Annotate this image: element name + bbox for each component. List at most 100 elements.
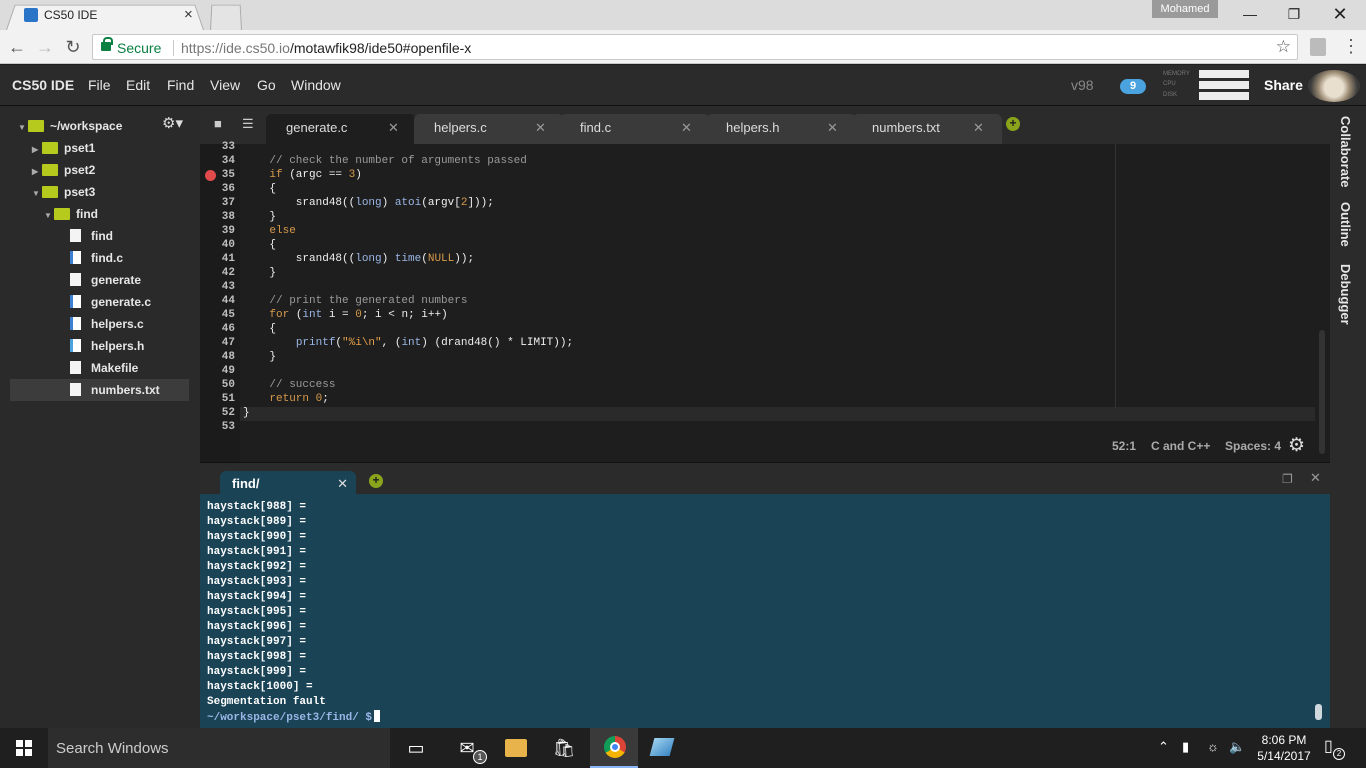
ide-menubar: CS50 IDE File Edit Find View Go Window v… bbox=[0, 65, 1366, 106]
gear-icon[interactable]: ⚙ bbox=[1288, 434, 1305, 457]
terminal-scrollbar[interactable] bbox=[1315, 704, 1322, 720]
browser-tab-close-icon[interactable]: × bbox=[184, 6, 193, 23]
tree-item-numbers-txt[interactable]: numbers.txt bbox=[10, 379, 189, 401]
outline-toggle-icon[interactable]: ☰ bbox=[242, 116, 254, 132]
menu-window[interactable]: Window bbox=[291, 77, 341, 93]
add-tab-icon[interactable]: + bbox=[1006, 117, 1020, 131]
menu-edit[interactable]: Edit bbox=[126, 77, 150, 93]
language-mode[interactable]: C and C++ bbox=[1151, 439, 1210, 453]
folder-toggle-icon[interactable]: ■ bbox=[214, 116, 222, 131]
tree-item-pset2[interactable]: ▶ pset2 bbox=[32, 159, 182, 181]
tab-helpers-h[interactable]: helpers.h ✕ bbox=[706, 114, 856, 144]
line-number: 37 bbox=[221, 197, 235, 209]
tab-label: helpers.h bbox=[726, 120, 780, 135]
tree-item-label: find bbox=[76, 207, 98, 221]
volume-icon[interactable]: 🔈 bbox=[1229, 739, 1245, 755]
tree-root[interactable]: ▼ ~/workspace bbox=[18, 115, 158, 137]
file-icon bbox=[70, 361, 81, 374]
action-center-icon[interactable]: ▯ bbox=[1324, 736, 1333, 756]
browser-tab-strip: CS50 IDE × Mohamed — ❐ ✕ bbox=[0, 0, 1366, 30]
tree-item-generate[interactable]: generate bbox=[70, 269, 190, 291]
task-view-icon[interactable]: ▭ bbox=[404, 736, 428, 760]
code-line: srand48((long) atoi(argv[2])); bbox=[243, 197, 494, 209]
reload-icon[interactable]: ↻ bbox=[62, 36, 84, 58]
cursor-position[interactable]: 52:1 bbox=[1112, 439, 1136, 453]
tree-item-find-c[interactable]: find.c bbox=[70, 247, 190, 269]
tree-item-label: numbers.txt bbox=[91, 383, 160, 397]
lock-icon bbox=[101, 37, 113, 51]
terminal-prompt-line[interactable]: ~/workspace/pset3/find/ $ bbox=[207, 710, 381, 726]
bookmark-star-icon[interactable]: ☆ bbox=[1276, 37, 1291, 57]
add-terminal-icon[interactable]: + bbox=[369, 474, 383, 488]
omnibox[interactable]: Secure https://ide.cs50.io/motawfik98/id… bbox=[92, 34, 1298, 60]
cloud-notification-icon[interactable]: 9 bbox=[1120, 79, 1146, 94]
taskbar-clock[interactable]: 8:06 PM 5/14/2017 bbox=[1250, 732, 1318, 764]
close-icon[interactable]: ✕ bbox=[681, 114, 692, 142]
ide-brand[interactable]: CS50 IDE bbox=[12, 77, 74, 93]
close-icon[interactable]: ✕ bbox=[337, 476, 348, 492]
close-icon[interactable]: ✕ bbox=[827, 114, 838, 142]
restore-icon[interactable]: ❐ bbox=[1274, 4, 1314, 24]
share-button[interactable]: Share bbox=[1264, 77, 1303, 93]
tree-item-makefile[interactable]: Makefile bbox=[70, 357, 190, 379]
editor-scrollbar[interactable] bbox=[1319, 330, 1325, 454]
battery-icon[interactable]: ▮ bbox=[1182, 739, 1189, 755]
new-tab-button[interactable] bbox=[210, 4, 242, 30]
close-icon[interactable]: ✕ bbox=[973, 114, 984, 142]
forward-icon[interactable]: → bbox=[34, 36, 56, 58]
back-icon[interactable]: ← bbox=[6, 36, 28, 58]
tab-find-c[interactable]: find.c ✕ bbox=[560, 114, 710, 144]
profile-badge[interactable]: Mohamed bbox=[1152, 0, 1218, 18]
indent-setting[interactable]: Spaces: 4 bbox=[1225, 439, 1281, 453]
expand-arrow-icon: ▼ bbox=[32, 189, 40, 198]
code-editor[interactable]: 33 34 35 36 37 38 39 40 41 42 43 44 45 4… bbox=[200, 141, 1330, 462]
menu-file[interactable]: File bbox=[88, 77, 111, 93]
tree-item-pset3[interactable]: ▼ pset3 bbox=[32, 181, 182, 203]
line-number: 53 bbox=[221, 421, 235, 433]
chrome-icon[interactable] bbox=[604, 736, 626, 758]
tree-item-helpers-c[interactable]: helpers.c bbox=[70, 313, 190, 335]
tree-item-find[interactable]: find bbox=[70, 225, 190, 247]
close-window-icon[interactable]: ✕ bbox=[1320, 4, 1360, 24]
tree-item-helpers-h[interactable]: helpers.h bbox=[70, 335, 190, 357]
file-icon bbox=[70, 273, 81, 286]
app-icon[interactable] bbox=[649, 738, 675, 756]
extension-icon[interactable] bbox=[1310, 38, 1326, 56]
line-number: 44 bbox=[221, 295, 235, 307]
close-icon[interactable]: ✕ bbox=[535, 114, 546, 142]
minimize-icon[interactable]: — bbox=[1230, 4, 1270, 24]
collaborate-panel-button[interactable]: Collaborate bbox=[1338, 116, 1353, 188]
taskbar-search[interactable]: Search Windows bbox=[48, 728, 390, 768]
line-number: 46 bbox=[221, 323, 235, 335]
code-line: printf("%i\n", (int) (drand48() * LIMIT)… bbox=[295, 337, 574, 349]
menu-find[interactable]: Find bbox=[167, 77, 194, 93]
avatar[interactable] bbox=[1308, 70, 1360, 102]
debugger-panel-button[interactable]: Debugger bbox=[1338, 264, 1353, 325]
menu-go[interactable]: Go bbox=[257, 77, 276, 93]
url-text[interactable]: https://ide.cs50.io/motawfik98/ide50#ope… bbox=[181, 40, 471, 56]
menu-view[interactable]: View bbox=[210, 77, 240, 93]
close-panel-icon[interactable]: ✕ bbox=[1310, 470, 1321, 486]
tab-generate-c[interactable]: generate.c ✕ bbox=[266, 114, 416, 144]
terminal-tab[interactable]: find/ ✕ bbox=[220, 471, 356, 495]
wifi-icon[interactable]: ☼ bbox=[1207, 739, 1219, 754]
chevron-up-icon[interactable]: ⌃ bbox=[1158, 739, 1169, 755]
windows-start-icon[interactable] bbox=[16, 740, 32, 756]
code-line: srand48((long) time(NULL)); bbox=[243, 253, 475, 265]
tree-item-generate-c[interactable]: generate.c bbox=[70, 291, 190, 313]
terminal-output[interactable]: haystack[988] = haystack[989] = haystack… bbox=[200, 494, 1330, 728]
tree-item-find-folder[interactable]: ▼ find bbox=[44, 203, 184, 225]
close-icon[interactable]: ✕ bbox=[388, 114, 399, 142]
print-margin bbox=[1115, 144, 1116, 408]
maximize-panel-icon[interactable]: ❐ bbox=[1282, 472, 1293, 486]
outline-panel-button[interactable]: Outline bbox=[1338, 202, 1353, 247]
line-number: 35 bbox=[221, 169, 235, 181]
store-icon[interactable]: 🛍 bbox=[552, 736, 576, 760]
tab-helpers-c[interactable]: helpers.c ✕ bbox=[414, 114, 564, 144]
gear-icon[interactable]: ⚙▾ bbox=[162, 114, 183, 132]
chrome-menu-icon[interactable]: ⋮ bbox=[1342, 36, 1360, 57]
tree-item-pset1[interactable]: ▶ pset1 bbox=[32, 137, 182, 159]
tab-numbers-txt[interactable]: numbers.txt ✕ bbox=[852, 114, 1002, 144]
file-explorer-icon[interactable] bbox=[505, 739, 527, 757]
tree-item-label: find bbox=[91, 229, 113, 243]
